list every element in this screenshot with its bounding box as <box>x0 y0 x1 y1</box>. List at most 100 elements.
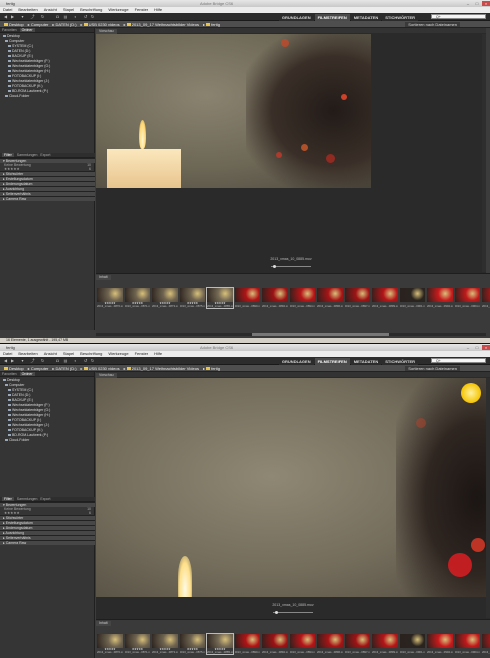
rotate-left-icon[interactable]: ↺ <box>83 15 88 19</box>
back-icon[interactable]: ◀ <box>3 15 8 19</box>
thumbnail[interactable]: 2013_xmas...0892.mov <box>262 634 288 654</box>
breadcrumb-fertig[interactable]: ▸ fertig <box>203 366 220 371</box>
thumbnail[interactable]: 2013_xmas...0904.mov <box>454 634 480 654</box>
history-icon[interactable]: ▾ <box>20 359 25 363</box>
rotate-left-icon[interactable]: ↺ <box>83 359 88 363</box>
thumbnail[interactable]: 2013_xmas...0906.mov <box>482 288 490 308</box>
playback-slider[interactable] <box>271 266 311 267</box>
thumbnail[interactable]: ★★★★★2013_xmas...0871.mov <box>124 634 150 654</box>
workspace-stichwoerter[interactable]: STICHWÖRTER <box>382 14 418 21</box>
breadcrumb-weihnacht[interactable]: ▸ 2013_09_17 Weihnachtsbilder Videos <box>124 22 199 27</box>
thumbnail[interactable]: 2013_xmas...0902.mov <box>427 634 453 654</box>
thumbnail[interactable]: ★★★★★2013_xmas...0870.mov <box>97 634 123 654</box>
back-icon[interactable]: ◀ <box>3 359 8 363</box>
breadcrumb-fertig[interactable]: ▸ fertig <box>203 22 220 27</box>
breadcrumb-daten[interactable]: ▸ DATEN (D:) <box>52 22 76 27</box>
close-icon[interactable]: × <box>482 345 490 350</box>
thumbnail[interactable]: ★★★★★2013_xmas...0875.mov <box>179 288 205 308</box>
tab-ordner[interactable]: Ordner <box>19 28 35 32</box>
rotate-right-icon[interactable]: ↻ <box>90 15 95 19</box>
thumbnail[interactable]: 2013_xmas...0897.mov <box>344 634 370 654</box>
up-folder-icon[interactable]: ⤴ <box>30 15 35 19</box>
thumbnail[interactable]: 2013_xmas...0897.mov <box>344 288 370 308</box>
preview-scrollbar[interactable] <box>486 378 490 618</box>
up-folder-icon[interactable]: ⤴ <box>30 359 35 363</box>
tab-export[interactable]: Export <box>40 497 50 501</box>
search-input[interactable]: Q+ <box>431 14 486 19</box>
maximize-icon[interactable]: □ <box>473 1 481 6</box>
preview-scrollbar[interactable] <box>482 34 486 272</box>
workspace-filmstreifen[interactable]: FILMSTREIFEN <box>314 14 350 21</box>
tab-sammlungen[interactable]: Sammlungen <box>17 497 38 501</box>
minimize-icon[interactable]: – <box>464 345 472 350</box>
tab-favoriten[interactable]: Favoriten <box>2 372 17 376</box>
thumbnail[interactable]: 2013_xmas...0890.mov <box>234 634 260 654</box>
tab-sammlungen[interactable]: Sammlungen <box>17 153 38 157</box>
tab-favoriten[interactable]: Favoriten <box>2 28 17 32</box>
thumbnail[interactable]: 2013_xmas...0901.mov <box>399 634 425 654</box>
breadcrumb-desktop[interactable]: Desktop <box>4 22 24 27</box>
thumbnail[interactable]: 2013_xmas...0894.mov <box>289 288 315 308</box>
thumbnail[interactable]: 2013_xmas...0892.mov <box>262 288 288 308</box>
sort-dropdown[interactable]: Sortieren nach Dateinamen <box>405 366 460 371</box>
rotate-right-icon[interactable]: ↻ <box>90 359 95 363</box>
forward-icon[interactable]: ▶ <box>10 359 15 363</box>
playback-slider[interactable] <box>273 612 313 613</box>
thumbnail[interactable]: ★★★★★2013_xmas...0871.mov <box>124 288 150 308</box>
search-input[interactable]: Q+ <box>431 358 486 363</box>
camera-icon[interactable]: ◘ <box>55 15 60 19</box>
filter-section-camera-raw[interactable]: ▸ Camera Raw <box>0 540 95 545</box>
breadcrumb-weihnacht[interactable]: ▸ 2013_09_17 Weihnachtsbilder Videos <box>124 366 199 371</box>
breadcrumb-desktop[interactable]: Desktop <box>4 366 24 371</box>
workspace-metadaten[interactable]: METADATEN <box>350 358 382 365</box>
thumbnail[interactable]: ★★★★★2013_xmas...0875.mov <box>179 634 205 654</box>
tree-item-cloud[interactable]: Cloud-Folder <box>0 94 94 99</box>
playhead[interactable] <box>273 265 276 268</box>
thumbnail[interactable]: 2013_xmas...0890.mov <box>234 288 260 308</box>
breadcrumb-computer[interactable]: ▸ Computer <box>28 22 49 27</box>
boomerang-icon[interactable]: ↻ <box>40 359 45 363</box>
tab-filter[interactable]: Filter <box>2 153 14 157</box>
forward-icon[interactable]: ▶ <box>10 15 15 19</box>
thumbnail[interactable]: 2013_xmas...0894.mov <box>289 634 315 654</box>
filmstrip-scrollbar[interactable] <box>96 333 486 336</box>
refine-icon[interactable]: ▤ <box>63 359 68 363</box>
thumbnail[interactable]: ★★★★★2013_xmas...0870.mov <box>97 288 123 308</box>
playhead[interactable] <box>275 611 278 614</box>
tab-filter[interactable]: Filter <box>2 497 14 501</box>
boomerang-icon[interactable]: ↻ <box>40 15 45 19</box>
thumbnail[interactable]: 2013_xmas...0899.mov <box>372 634 398 654</box>
breadcrumb-usb[interactable]: ▸ USB 0230 videos <box>81 366 120 371</box>
breadcrumb-daten[interactable]: ▸ DATEN (D:) <box>52 366 76 371</box>
thumbnail[interactable]: 2013_xmas...0904.mov <box>454 288 480 308</box>
thumbnail[interactable]: 2013_xmas...0896.mov <box>317 288 343 308</box>
open-in-camera-raw-icon[interactable]: ◐ <box>73 359 78 363</box>
sort-dropdown[interactable]: Sortieren nach Dateinamen <box>405 22 460 27</box>
thumbnail[interactable]: 2013_xmas...0896.mov <box>317 634 343 654</box>
workspace-filmstreifen[interactable]: FILMSTREIFEN <box>314 358 350 365</box>
refine-icon[interactable]: ▤ <box>63 15 68 19</box>
thumbnail[interactable]: ★★★★★2013_xmas...0885.mov <box>206 287 234 309</box>
workspace-stichwoerter[interactable]: STICHWÖRTER <box>382 358 418 365</box>
breadcrumb-computer[interactable]: ▸ Computer <box>28 366 49 371</box>
thumbnail[interactable]: 2013_xmas...0902.mov <box>427 288 453 308</box>
camera-icon[interactable]: ◘ <box>55 359 60 363</box>
thumbnail[interactable]: ★★★★★2013_xmas...0873.mov <box>152 634 178 654</box>
workspace-metadaten[interactable]: METADATEN <box>350 14 382 21</box>
maximize-icon[interactable]: □ <box>473 345 481 350</box>
workspace-grundlagen[interactable]: GRUNDLAGEN <box>278 14 314 21</box>
scrollbar-thumb[interactable] <box>252 333 389 336</box>
minimize-icon[interactable]: – <box>464 1 472 6</box>
thumbnail[interactable]: 2013_xmas...0901.mov <box>399 288 425 308</box>
tab-ordner[interactable]: Ordner <box>19 372 35 376</box>
tree-item-cloud[interactable]: Cloud-Folder <box>0 438 94 443</box>
tab-inhalt[interactable]: Inhalt <box>96 275 111 280</box>
filter-section-camera-raw[interactable]: ▸ Camera Raw <box>0 196 95 201</box>
workspace-grundlagen[interactable]: GRUNDLAGEN <box>278 358 314 365</box>
thumbnail[interactable]: 2013_xmas...0899.mov <box>372 288 398 308</box>
history-icon[interactable]: ▾ <box>20 15 25 19</box>
thumbnail[interactable]: 2013_xmas...0906.mov <box>482 634 490 654</box>
tab-export[interactable]: Export <box>40 153 50 157</box>
open-in-camera-raw-icon[interactable]: ◐ <box>73 15 78 19</box>
thumbnail[interactable]: ★★★★★2013_xmas...0885.mov <box>206 633 234 655</box>
